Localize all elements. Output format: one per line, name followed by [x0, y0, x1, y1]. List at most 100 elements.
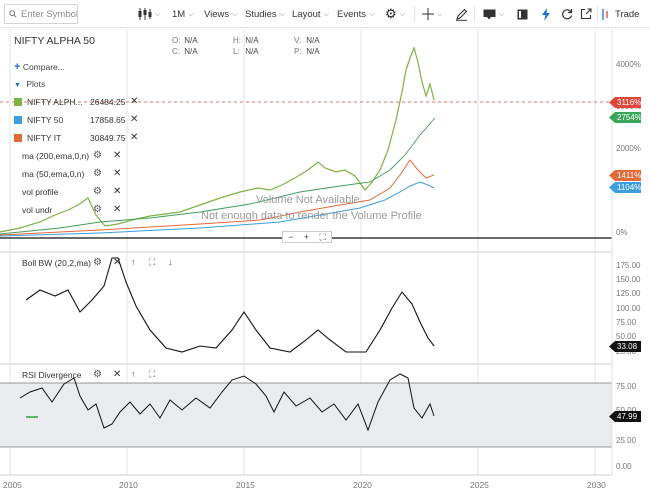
gear-icon[interactable]: ⚙ [93, 186, 102, 197]
zoom-in-button[interactable]: + [304, 232, 309, 242]
series-value: 17858.65 [90, 115, 126, 125]
ohlc-prev-value: N/A [306, 47, 320, 56]
close-panel-close-icon[interactable]: ✕ [113, 369, 121, 380]
boll-axis-label: 75.00 [616, 318, 637, 327]
x-axis-label: 2025 [470, 480, 489, 490]
study-vol-undr[interactable]: vol undr [22, 205, 52, 215]
ohlc-close-value: N/A [184, 47, 198, 56]
volume-unavailable-message: Volume Not Available [256, 194, 360, 206]
rsi-axis-label: 0.00 [616, 462, 632, 471]
remove-series-niftyit-close-icon[interactable]: ✕ [130, 132, 138, 143]
remove-study-close-icon[interactable]: ✕ [113, 150, 121, 161]
ohlc-volume-label: V: [294, 36, 302, 45]
compare-label: Compare... [22, 62, 65, 72]
remove-study-close-icon[interactable]: ✕ [113, 204, 121, 215]
move-up-icon[interactable]: ↑ [131, 257, 136, 267]
legend-series-nifty50-value: 17858.65 [90, 115, 125, 125]
move-up-icon[interactable]: ↑ [131, 369, 136, 379]
zoom-out-button[interactable]: − [288, 232, 293, 242]
ohlc-volume-value: N/A [306, 36, 320, 45]
x-axis-label: 2010 [119, 480, 138, 490]
rsi-study-label[interactable]: RSI Divergence [22, 370, 82, 380]
gear-icon[interactable]: ⚙ [93, 257, 102, 268]
legend-series-alpha-value: 26484.25 [90, 97, 125, 107]
boll-axis-label: 175.00 [616, 261, 641, 270]
zoom-controls: − + ⛶ [282, 231, 332, 243]
plots-toggle[interactable]: ▼ Plots [14, 79, 45, 89]
fit-icon[interactable]: ⛶ [319, 232, 325, 243]
ohlc-high-value: N/A [245, 36, 259, 45]
close-panel-close-icon[interactable]: ✕ [113, 257, 121, 268]
rsi-axis-label: 25.00 [616, 436, 637, 445]
x-axis-label: 2030 [587, 480, 606, 490]
price-axis-label: 2000% [616, 144, 641, 153]
study-ma200[interactable]: ma (200,ema,0,n) [22, 151, 89, 161]
triangle-down-icon: ▼ [14, 82, 21, 89]
gear-icon[interactable]: ⚙ [93, 369, 102, 380]
study-vol-profile[interactable]: vol profile [22, 187, 58, 197]
boll-study-label[interactable]: Boll BW (20,2,ma) [22, 258, 91, 268]
rsi-current-flag: 47.99 [609, 411, 641, 422]
boll-axis-label: 150.00 [616, 275, 641, 284]
rsi-axis-label: 75.00 [616, 382, 637, 391]
ohlc-close: C: N/A [172, 47, 198, 56]
boll-current-flag: 33.08 [609, 341, 641, 352]
ohlc-low: L: N/A [233, 47, 259, 56]
gear-icon[interactable]: ⚙ [93, 204, 102, 215]
x-axis-label: 2020 [353, 480, 372, 490]
ohlc-prev: P: N/A [294, 47, 320, 56]
niftyit-flag: 1411% [609, 170, 641, 181]
ohlc-volume: V: N/A [294, 36, 320, 45]
x-axis-label: 2005 [3, 480, 22, 490]
study-ma50[interactable]: ma (50,ema,0,n) [22, 169, 84, 179]
series-name: NIFTY IT [27, 133, 62, 143]
gear-icon[interactable]: ⚙ [93, 150, 102, 161]
series-name: NIFTY ALPH... [27, 97, 83, 107]
legend-series-alpha[interactable]: NIFTY ALPH... [14, 97, 83, 107]
series-swatch [14, 134, 22, 142]
ohlc-low-label: L: [233, 47, 240, 56]
legend-series-nifty50[interactable]: NIFTY 50 [14, 115, 63, 125]
rsi-band [0, 383, 612, 447]
ohlc-open: O: N/A [172, 36, 198, 45]
remove-study-close-icon[interactable]: ✕ [113, 168, 121, 179]
remove-study-close-icon[interactable]: ✕ [113, 186, 121, 197]
ohlc-low-value: N/A [245, 47, 259, 56]
maximize-icon[interactable]: ⛶ [149, 257, 155, 268]
ohlc-close-label: C: [172, 47, 180, 56]
ma200-flag: 2754% [609, 112, 641, 123]
compare-button[interactable]: + Compare... [14, 61, 65, 73]
remove-series-alpha-close-icon[interactable]: ✕ [130, 96, 138, 107]
boll-axis-label: 50.00 [616, 332, 637, 341]
symbol-title[interactable]: NIFTY ALPHA 50 [14, 35, 95, 47]
ohlc-open-value: N/A [184, 36, 198, 45]
legend-series-niftyit-value: 30849.75 [90, 133, 125, 143]
ohlc-open-label: O: [172, 36, 181, 45]
price-axis-label: 4000% [616, 60, 641, 69]
price-axis-label: 0% [616, 228, 628, 237]
x-axis-label: 2015 [236, 480, 255, 490]
plots-label: Plots [26, 79, 46, 89]
chart-canvas[interactable] [0, 0, 650, 499]
boll-bw-line [25, 257, 435, 353]
series-name: NIFTY 50 [27, 115, 64, 125]
legend-series-niftyit[interactable]: NIFTY IT [14, 133, 61, 143]
move-down-icon[interactable]: ↓ [168, 257, 173, 267]
plus-icon: + [14, 61, 21, 73]
series-value: 26484.25 [90, 97, 126, 107]
series-value: 30849.75 [90, 133, 126, 143]
series-swatch [14, 98, 22, 106]
boll-axis-label: 100.00 [616, 304, 641, 313]
boll-axis-label: 125.00 [616, 289, 641, 298]
ohlc-high: H: N/A [233, 36, 259, 45]
gear-icon[interactable]: ⚙ [93, 168, 102, 179]
remove-series-nifty50-close-icon[interactable]: ✕ [130, 114, 138, 125]
ohlc-high-label: H: [233, 36, 241, 45]
nifty50-flag: 1104% [609, 182, 641, 193]
series-swatch [14, 116, 22, 124]
volume-profile-message: Not enough data to render the Volume Pro… [201, 210, 422, 222]
price-series-line [0, 46, 435, 233]
ohlc-prev-label: P: [294, 47, 302, 56]
maximize-icon[interactable]: ⛶ [149, 369, 155, 380]
current-price-flag: 3116% [609, 97, 641, 108]
